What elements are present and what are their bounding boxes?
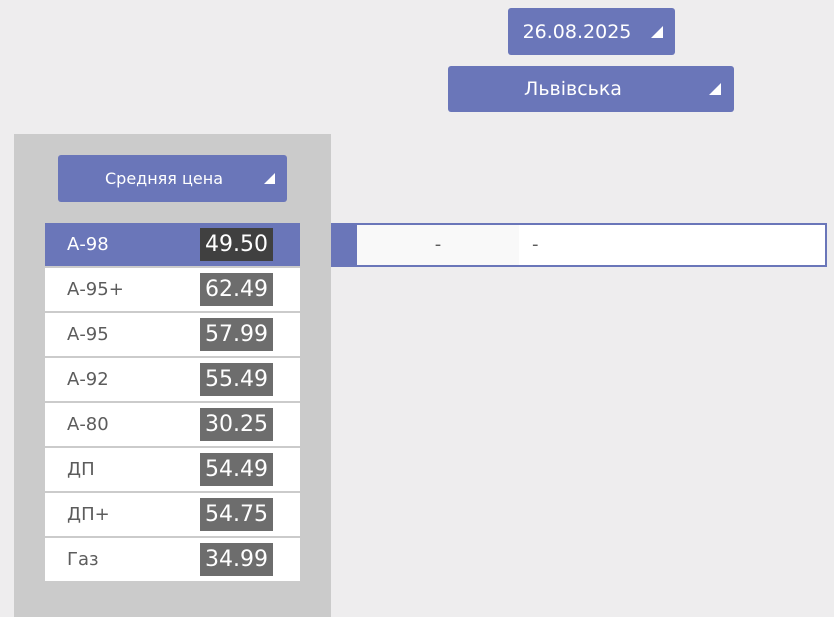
price-type-dropdown-label: Средняя цена (104, 169, 224, 188)
detail-value-2: - (532, 234, 539, 255)
fuel-price: 62.49 (200, 273, 273, 306)
fuel-name: А-95 (67, 324, 109, 345)
fuel-price: 34.99 (200, 543, 273, 576)
price-type-dropdown[interactable]: Средняя цена (58, 155, 287, 202)
date-dropdown[interactable]: 26.08.2025 (508, 8, 675, 55)
fuel-name: ДП+ (67, 504, 110, 525)
fuel-name: А-92 (67, 369, 109, 390)
fuel-list: А-98 49.50 А-95+ 62.49 А-95 57.99 А-92 5… (45, 223, 300, 583)
fuel-price: 30.25 (200, 408, 273, 441)
fuel-row-a95plus[interactable]: А-95+ 62.49 (45, 268, 300, 311)
fuel-price: 54.75 (200, 498, 273, 531)
fuel-price: 55.49 (200, 363, 273, 396)
fuel-name: ДП (67, 459, 95, 480)
dropdown-arrow-icon (651, 26, 663, 38)
fuel-name: А-95+ (67, 279, 124, 300)
fuel-row-a95[interactable]: А-95 57.99 (45, 313, 300, 356)
fuel-row-dp[interactable]: ДП 54.49 (45, 448, 300, 491)
fuel-name: А-98 (67, 234, 109, 255)
dropdown-arrow-icon (264, 173, 275, 184)
selected-fuel-detail: - - (357, 225, 825, 265)
dropdown-arrow-icon (709, 83, 721, 95)
fuel-row-a92[interactable]: А-92 55.49 (45, 358, 300, 401)
fuel-price: 54.49 (200, 453, 273, 486)
fuel-row-dpplus[interactable]: ДП+ 54.75 (45, 493, 300, 536)
detail-value-1: - (357, 225, 519, 265)
fuel-panel: Средняя цена А-98 49.50 А-95+ 62.49 А-95… (14, 134, 331, 617)
region-dropdown-label: Львівська (524, 78, 622, 100)
fuel-price: 57.99 (200, 318, 273, 351)
date-dropdown-label: 26.08.2025 (522, 20, 632, 43)
fuel-price: 49.50 (200, 228, 273, 261)
region-dropdown[interactable]: Львівська (448, 66, 734, 112)
fuel-row-a80[interactable]: А-80 30.25 (45, 403, 300, 446)
fuel-name: А-80 (67, 414, 109, 435)
fuel-row-a98[interactable]: А-98 49.50 (45, 223, 300, 266)
fuel-row-gas[interactable]: Газ 34.99 (45, 538, 300, 581)
fuel-name: Газ (67, 549, 99, 570)
